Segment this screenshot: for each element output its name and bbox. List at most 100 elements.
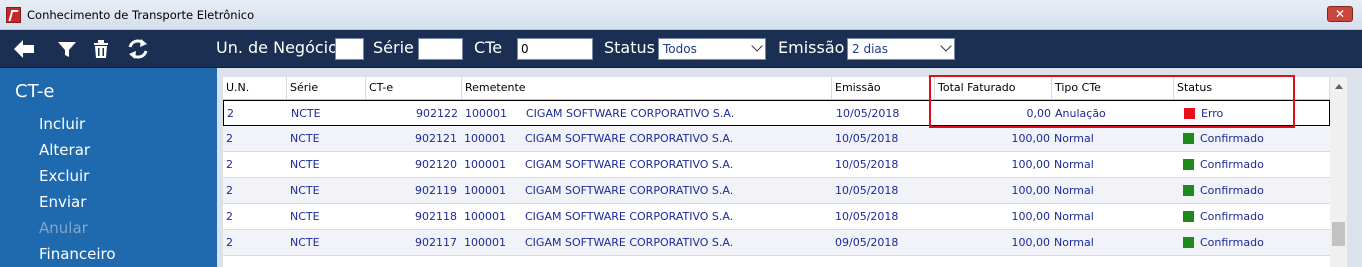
sidebar-item-enviar[interactable]: Enviar	[39, 193, 86, 211]
cell-tipo: Normal	[1054, 132, 1094, 145]
cell-serie: NCTE	[290, 158, 320, 171]
cell-status: Confirmado	[1200, 236, 1264, 249]
status-indicator-icon	[1183, 237, 1194, 248]
status-select-value: Todos	[663, 42, 697, 56]
status-select[interactable]: Todos	[658, 38, 766, 60]
cell-rem-code: 100001	[464, 236, 506, 249]
table-row[interactable]: 2 NCTE 902117 100001 CIGAM SOFTWARE CORPORAT…	[223, 230, 1330, 256]
trash-icon[interactable]	[88, 36, 114, 62]
cell-rem-code: 100001	[464, 158, 506, 171]
cell-rem-name: CIGAM SOFTWARE CORPORATIVO S.A.	[525, 158, 734, 171]
vertical-scrollbar[interactable]	[1330, 77, 1347, 267]
window-titlebar: Conhecimento de Transporte Eletrônico ✕	[0, 0, 1362, 30]
refresh-icon[interactable]	[125, 36, 151, 62]
cell-un: 2	[226, 184, 233, 197]
chevron-down-icon	[940, 40, 952, 52]
cell-serie: NCTE	[291, 107, 321, 120]
cte-input[interactable]: 0	[517, 38, 593, 60]
status-label: Status	[604, 38, 655, 57]
cell-status: Confirmado	[1200, 184, 1264, 197]
serie-label: Série	[373, 38, 414, 57]
sidebar-item-alterar[interactable]: Alterar	[39, 141, 90, 159]
cell-rem-name: CIGAM SOFTWARE CORPORATIVO S.A.	[525, 210, 734, 223]
sidebar-title: CT-e	[15, 81, 55, 102]
cell-emissao: 10/05/2018	[835, 210, 899, 223]
sidebar-item-financeiro[interactable]: Financeiro	[39, 245, 116, 263]
un-negocio-label: Un. de Negócio	[216, 38, 338, 57]
cte-label: CTe	[474, 38, 503, 57]
status-indicator-icon	[1183, 133, 1194, 144]
cell-un: 2	[226, 210, 233, 223]
cell-serie: NCTE	[290, 236, 320, 249]
app-logo-icon	[6, 7, 21, 23]
emissao-label: Emissão	[778, 38, 845, 57]
cell-cte: 902118	[415, 210, 457, 223]
table-row[interactable]: 2 NCTE 902118 100001 CIGAM SOFTWARE CORPORAT…	[223, 204, 1330, 230]
cell-status: Confirmado	[1200, 132, 1264, 145]
close-button[interactable]: ✕	[1327, 6, 1353, 22]
cell-cte: 902119	[415, 184, 457, 197]
cell-rem-code: 100001	[464, 210, 506, 223]
sidebar-item-excluir[interactable]: Excluir	[39, 167, 89, 185]
cell-tipo: Normal	[1054, 236, 1094, 249]
cell-total: 100,00	[1011, 184, 1051, 197]
cell-serie: NCTE	[290, 210, 320, 223]
emissao-select-value: 2 dias	[852, 42, 889, 56]
cell-emissao: 10/05/2018	[836, 107, 900, 120]
cell-tipo: Normal	[1054, 210, 1094, 223]
cell-tipo: Normal	[1054, 158, 1094, 171]
cell-total: 100,00	[1011, 132, 1051, 145]
cell-cte: 902122	[416, 107, 458, 120]
status-indicator-icon	[1183, 185, 1194, 196]
toolbar: Un. de Negócio Série CTe 0 Status Todos …	[0, 30, 1362, 68]
cell-total: 100,00	[1011, 210, 1051, 223]
cell-un: 2	[227, 107, 234, 120]
serie-input[interactable]	[418, 38, 463, 60]
table-row[interactable]: 2 NCTE 902119 100001 CIGAM SOFTWARE CORPORAT…	[223, 178, 1330, 204]
cell-emissao: 10/05/2018	[835, 132, 899, 145]
col-header-emissao[interactable]: Emissão	[832, 77, 935, 99]
cell-rem-name: CIGAM SOFTWARE CORPORATIVO S.A.	[525, 184, 734, 197]
window-title: Conhecimento de Transporte Eletrônico	[27, 8, 255, 22]
cell-un: 2	[226, 132, 233, 145]
sidebar-item-anular: Anular	[39, 219, 88, 237]
cell-tipo: Normal	[1054, 184, 1094, 197]
cell-rem-name: CIGAM SOFTWARE CORPORATIVO S.A.	[525, 132, 734, 145]
cell-cte: 902117	[415, 236, 457, 249]
cell-rem-name: CIGAM SOFTWARE CORPORATIVO S.A.	[526, 107, 735, 120]
cell-rem-name: CIGAM SOFTWARE CORPORATIVO S.A.	[525, 236, 734, 249]
cell-rem-code: 100001	[465, 107, 507, 120]
col-header-remetente[interactable]: Remetente	[462, 77, 832, 99]
cell-rem-code: 100001	[464, 132, 506, 145]
cell-emissao: 10/05/2018	[835, 184, 899, 197]
scroll-up-arrow-icon[interactable]	[1330, 77, 1347, 94]
col-header-cte[interactable]: CT-e	[366, 77, 462, 99]
cell-serie: NCTE	[290, 184, 320, 197]
col-header-serie[interactable]: Série	[287, 77, 366, 99]
scrollbar-thumb[interactable]	[1332, 222, 1345, 246]
table-row[interactable]: 2 NCTE 902120 100001 CIGAM SOFTWARE CORPORAT…	[223, 152, 1330, 178]
cell-emissao: 09/05/2018	[835, 236, 899, 249]
sidebar-item-incluir[interactable]: Incluir	[39, 115, 85, 133]
back-arrow-icon[interactable]	[11, 36, 37, 62]
cell-total: 100,00	[1011, 158, 1051, 171]
filter-icon[interactable]	[54, 36, 80, 62]
chevron-down-icon	[751, 40, 763, 52]
cell-cte: 902120	[415, 158, 457, 171]
status-indicator-icon	[1183, 211, 1194, 222]
cell-un: 2	[226, 236, 233, 249]
un-negocio-input[interactable]	[335, 38, 364, 60]
sidebar: CT-e Incluir Alterar Excluir Enviar Anul…	[0, 68, 217, 267]
col-header-un[interactable]: U.N.	[223, 77, 287, 99]
table-row[interactable]: 2 NCTE 902121 100001 CIGAM SOFTWARE CORPORAT…	[223, 126, 1330, 152]
cell-rem-code: 100001	[464, 184, 506, 197]
cell-status: Confirmado	[1200, 158, 1264, 171]
cell-status: Confirmado	[1200, 210, 1264, 223]
status-indicator-icon	[1183, 159, 1194, 170]
cell-emissao: 10/05/2018	[835, 158, 899, 171]
cell-cte: 902121	[415, 132, 457, 145]
highlight-box	[929, 75, 1295, 128]
emissao-select[interactable]: 2 dias	[847, 38, 955, 60]
cell-serie: NCTE	[290, 132, 320, 145]
cell-total: 100,00	[1011, 236, 1051, 249]
